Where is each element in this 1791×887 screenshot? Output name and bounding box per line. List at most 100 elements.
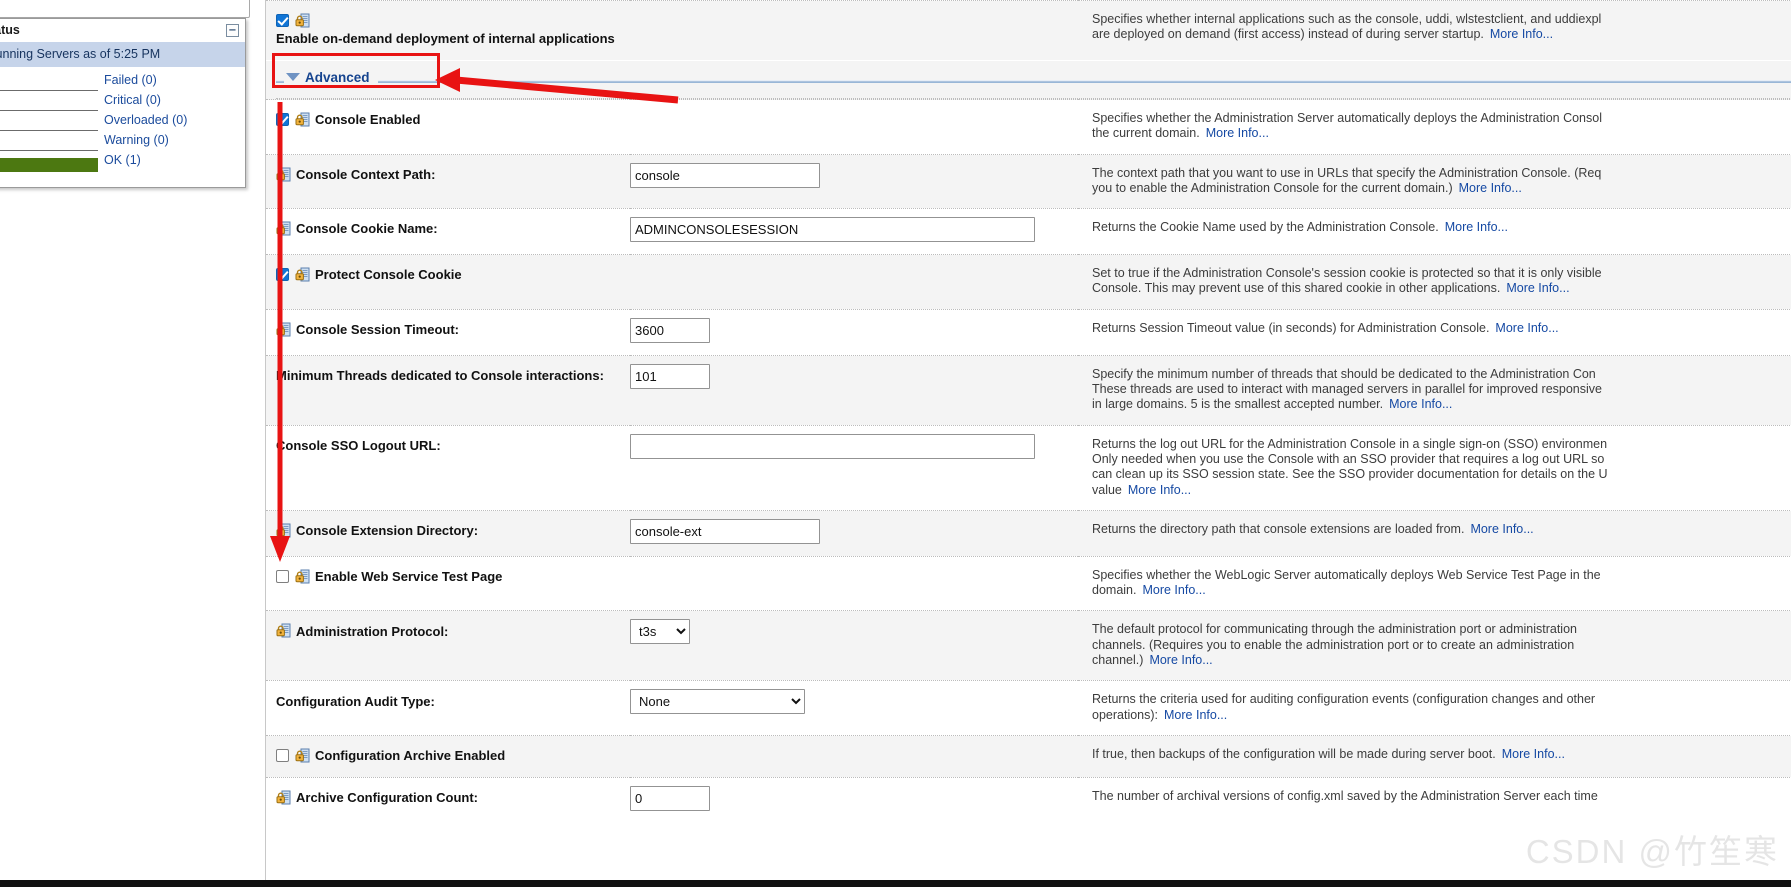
health-row: Failed (0) — [0, 73, 245, 93]
description-line: Only needed when you use the Console wit… — [1092, 452, 1791, 467]
row-label-cell: Console Enabled — [266, 99, 630, 155]
health-row: Critical (0) — [0, 93, 245, 113]
more-info-link[interactable]: More Info... — [1470, 522, 1533, 536]
row-description-cell: Specifies whether internal applications … — [1078, 0, 1791, 61]
input-archive-configuration-count[interactable] — [630, 785, 710, 811]
row-field-cell — [630, 354, 1078, 426]
description-text: If true, then backups of the configurati… — [1092, 746, 1496, 761]
description-text: can clean up its SSO session state. See … — [1092, 467, 1608, 482]
row-description-cell: Returns the log out URL for the Administ… — [1078, 424, 1791, 511]
config-lock-icon — [295, 569, 310, 584]
description-text: you to enable the Administration Console… — [1092, 180, 1453, 195]
row-description-cell: Specifies whether the Administration Ser… — [1078, 99, 1791, 155]
more-info-link[interactable]: More Info... — [1490, 27, 1553, 41]
description-line: in large domains. 5 is the smallest acce… — [1092, 397, 1791, 412]
input-console-context-path[interactable] — [630, 162, 820, 188]
row-label-cell: Configuration Archive Enabled — [266, 734, 630, 778]
more-info-link[interactable]: More Info... — [1459, 181, 1522, 195]
description-line: domain. More Info... — [1092, 583, 1791, 598]
checkbox-enable-on-demand-deployment[interactable] — [276, 14, 289, 27]
description-text: Returns the log out URL for the Administ… — [1092, 436, 1608, 451]
row-label-cell: Minimum Threads dedicated to Console int… — [266, 354, 630, 426]
config-lock-icon — [276, 322, 291, 337]
description-text: are deployed on demand (first access) in… — [1092, 27, 1484, 42]
row-description-cell: The number of archival versions of confi… — [1078, 776, 1791, 823]
input-minimum-threads-console[interactable] — [630, 363, 710, 389]
row-field-cell — [630, 734, 1078, 778]
row-label: Configuration Archive Enabled — [315, 748, 506, 764]
advanced-label: Advanced — [305, 70, 370, 85]
more-info-link[interactable]: More Info... — [1164, 708, 1227, 722]
more-info-link[interactable]: More Info... — [1495, 321, 1558, 335]
input-console-sso-logout-url[interactable] — [630, 433, 1035, 459]
checkbox-enable-web-service-test-page[interactable] — [276, 569, 289, 583]
select-administration-protocol[interactable]: t3s — [630, 619, 690, 645]
description-line: Specifies whether the Administration Ser… — [1092, 111, 1791, 126]
row-description-cell: Specifies whether the WebLogic Server au… — [1078, 555, 1791, 611]
row-field-cell — [630, 509, 1078, 557]
more-info-link[interactable]: More Info... — [1389, 397, 1452, 411]
select-configuration-audit-type[interactable]: None — [630, 689, 805, 715]
row-field-cell: None — [630, 680, 1078, 736]
row-label-cell: Console Extension Directory: — [266, 509, 630, 557]
caret-down-icon — [286, 73, 300, 81]
advanced-toggle[interactable]: Advanced — [266, 61, 1791, 99]
health-label[interactable]: OK (1) — [104, 153, 141, 167]
settings-row: Console Cookie Name: Returns the Cookie N… — [266, 208, 1791, 255]
description-text: Specify the minimum number of threads th… — [1092, 366, 1596, 381]
row-label-cell: Enable on-demand deployment of internal … — [266, 0, 630, 61]
advanced-rule — [276, 80, 1791, 83]
more-info-link[interactable]: More Info... — [1142, 583, 1205, 597]
description-text: Returns Session Timeout value (in second… — [1092, 320, 1490, 335]
health-label[interactable]: Overloaded (0) — [104, 113, 187, 127]
row-label: Console SSO Logout URL: — [276, 437, 441, 453]
checkbox-console-enabled[interactable] — [276, 113, 289, 126]
input-console-session-timeout[interactable] — [630, 317, 710, 343]
description-line: the current domain. More Info... — [1092, 126, 1791, 141]
description-line: Set to true if the Administration Consol… — [1092, 266, 1791, 281]
more-info-link[interactable]: More Info... — [1445, 220, 1508, 234]
input-console-cookie-name[interactable] — [630, 217, 1035, 243]
health-bar — [0, 133, 98, 153]
description-text: The context path that you want to use in… — [1092, 165, 1602, 180]
description-text: Only needed when you use the Console wit… — [1092, 451, 1605, 466]
row-field-cell — [630, 99, 1078, 155]
description-line: Returns the directory path that console … — [1092, 522, 1791, 537]
row-field-cell — [630, 308, 1078, 356]
more-info-link[interactable]: More Info... — [1206, 126, 1269, 140]
more-info-link[interactable]: More Info... — [1502, 747, 1565, 761]
more-info-link[interactable]: More Info... — [1506, 281, 1569, 295]
row-label-cell: Console Session Timeout: — [266, 308, 630, 356]
row-label: Console Cookie Name: — [296, 221, 438, 237]
checkbox-protect-console-cookie[interactable] — [276, 268, 289, 282]
description-line: operations): More Info... — [1092, 708, 1791, 723]
health-row: Overloaded (0) — [0, 113, 245, 133]
description-text: operations): — [1092, 707, 1159, 722]
row-label: Console Session Timeout: — [296, 322, 460, 338]
row-description-cell: Specify the minimum number of threads th… — [1078, 354, 1791, 426]
row-label: Protect Console Cookie — [315, 267, 462, 283]
settings-row: Protect Console Cookie Set to true if the… — [266, 254, 1791, 310]
more-info-link[interactable]: More Info... — [1128, 483, 1191, 497]
settings-row: Minimum Threads dedicated to Console int… — [266, 354, 1791, 426]
more-info-link[interactable]: More Info... — [1149, 653, 1212, 667]
row-description-cell: Returns Session Timeout value (in second… — [1078, 308, 1791, 356]
description-line: The context path that you want to use in… — [1092, 166, 1791, 181]
health-label[interactable]: Critical (0) — [104, 93, 161, 107]
row-field-cell — [630, 424, 1078, 511]
portlet-title-text: stem Status — [0, 23, 20, 37]
row-label-cell: Console SSO Logout URL: — [266, 424, 630, 511]
health-label[interactable]: Warning (0) — [104, 133, 169, 147]
collapse-icon[interactable]: − — [226, 24, 239, 37]
health-list: Failed (0) Critical (0) Overloaded (0) Warn… — [0, 67, 245, 187]
description-line: Specifies whether internal applications … — [1092, 12, 1791, 27]
config-lock-icon — [295, 13, 310, 28]
checkbox-configuration-archive-enabled[interactable] — [276, 748, 289, 762]
description-text: The number of archival versions of confi… — [1092, 788, 1598, 803]
health-label[interactable]: Failed (0) — [104, 73, 157, 87]
config-lock-icon — [295, 748, 310, 763]
input-console-extension-directory[interactable] — [630, 518, 820, 544]
advanced-header[interactable]: Advanced — [284, 70, 378, 85]
health-bar — [0, 73, 98, 93]
row-label: Minimum Threads dedicated to Console int… — [276, 368, 604, 384]
